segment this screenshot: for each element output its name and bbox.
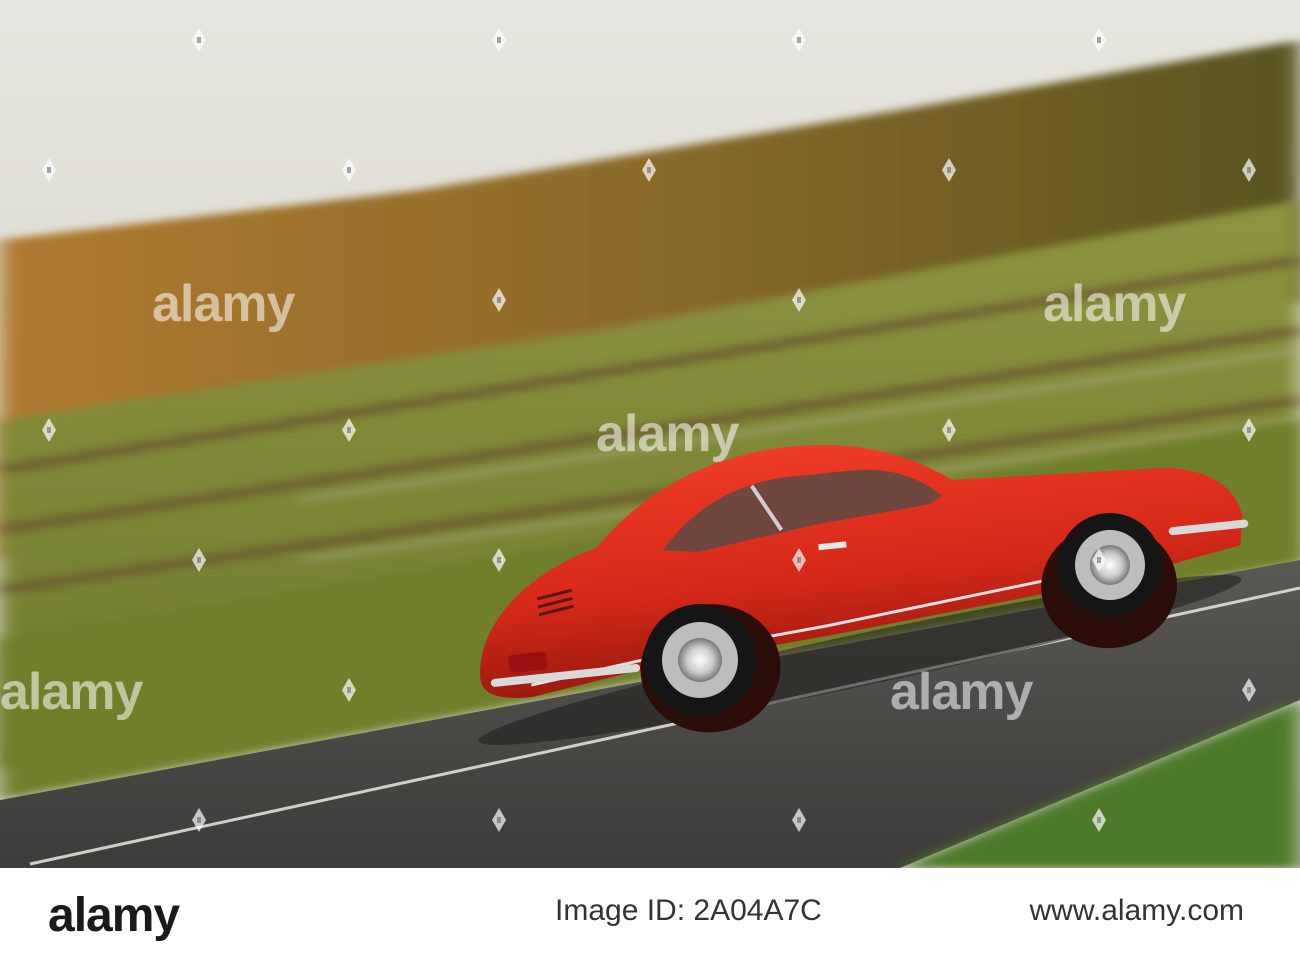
watermark-diamond-icon <box>792 28 806 52</box>
watermark-diamond-icon <box>1092 548 1106 572</box>
watermark-diamond-icon <box>942 158 956 182</box>
watermark-diamond-icon <box>1092 28 1106 52</box>
watermark-diamond-icon <box>492 808 506 832</box>
watermark-diamond-icon <box>42 418 56 442</box>
watermark-diamond-icon <box>642 158 656 182</box>
watermark-diamond-icon <box>492 288 506 312</box>
image-frame: alamy alamy alamy alamy alamy alamy Imag… <box>0 0 1300 956</box>
watermark-diamond-icon <box>492 28 506 52</box>
watermark-text: alamy <box>596 405 739 463</box>
watermark-diamond-icon <box>1092 808 1106 832</box>
watermark-diamond-icon <box>1242 418 1256 442</box>
watermark-text: alamy <box>890 663 1033 721</box>
watermark-text: alamy <box>152 275 295 333</box>
front-wheel <box>1058 513 1162 617</box>
watermark-diamond-icon <box>1242 678 1256 702</box>
alamy-logo: alamy <box>48 889 180 942</box>
watermark-diamond-icon <box>192 808 206 832</box>
watermark-text: alamy <box>1043 275 1186 333</box>
watermark-diamond-icon <box>792 548 806 572</box>
watermark-text: alamy <box>0 663 143 721</box>
watermark-diamond-icon <box>192 548 206 572</box>
site-url: www.alamy.com <box>1029 894 1244 927</box>
watermark-diamond-icon <box>42 158 56 182</box>
watermark-diamond-icon <box>342 678 356 702</box>
watermark-diamond-icon <box>192 28 206 52</box>
watermark-diamond-icon <box>792 288 806 312</box>
watermark-diamond-icon <box>1242 158 1256 182</box>
watermark-diamond-icon <box>492 548 506 572</box>
watermark-diamond-icon <box>942 418 956 442</box>
image-id-label: Image ID: 2A04A7C <box>555 894 822 927</box>
footer-bar: alamy Image ID: 2A04A7C www.alamy.com <box>0 868 1300 956</box>
watermark-diamond-icon <box>792 808 806 832</box>
watermark-diamond-icon <box>342 158 356 182</box>
photo: alamy alamy alamy alamy alamy <box>0 0 1300 868</box>
watermark-diamond-icon <box>342 418 356 442</box>
rear-wheel <box>644 604 756 716</box>
